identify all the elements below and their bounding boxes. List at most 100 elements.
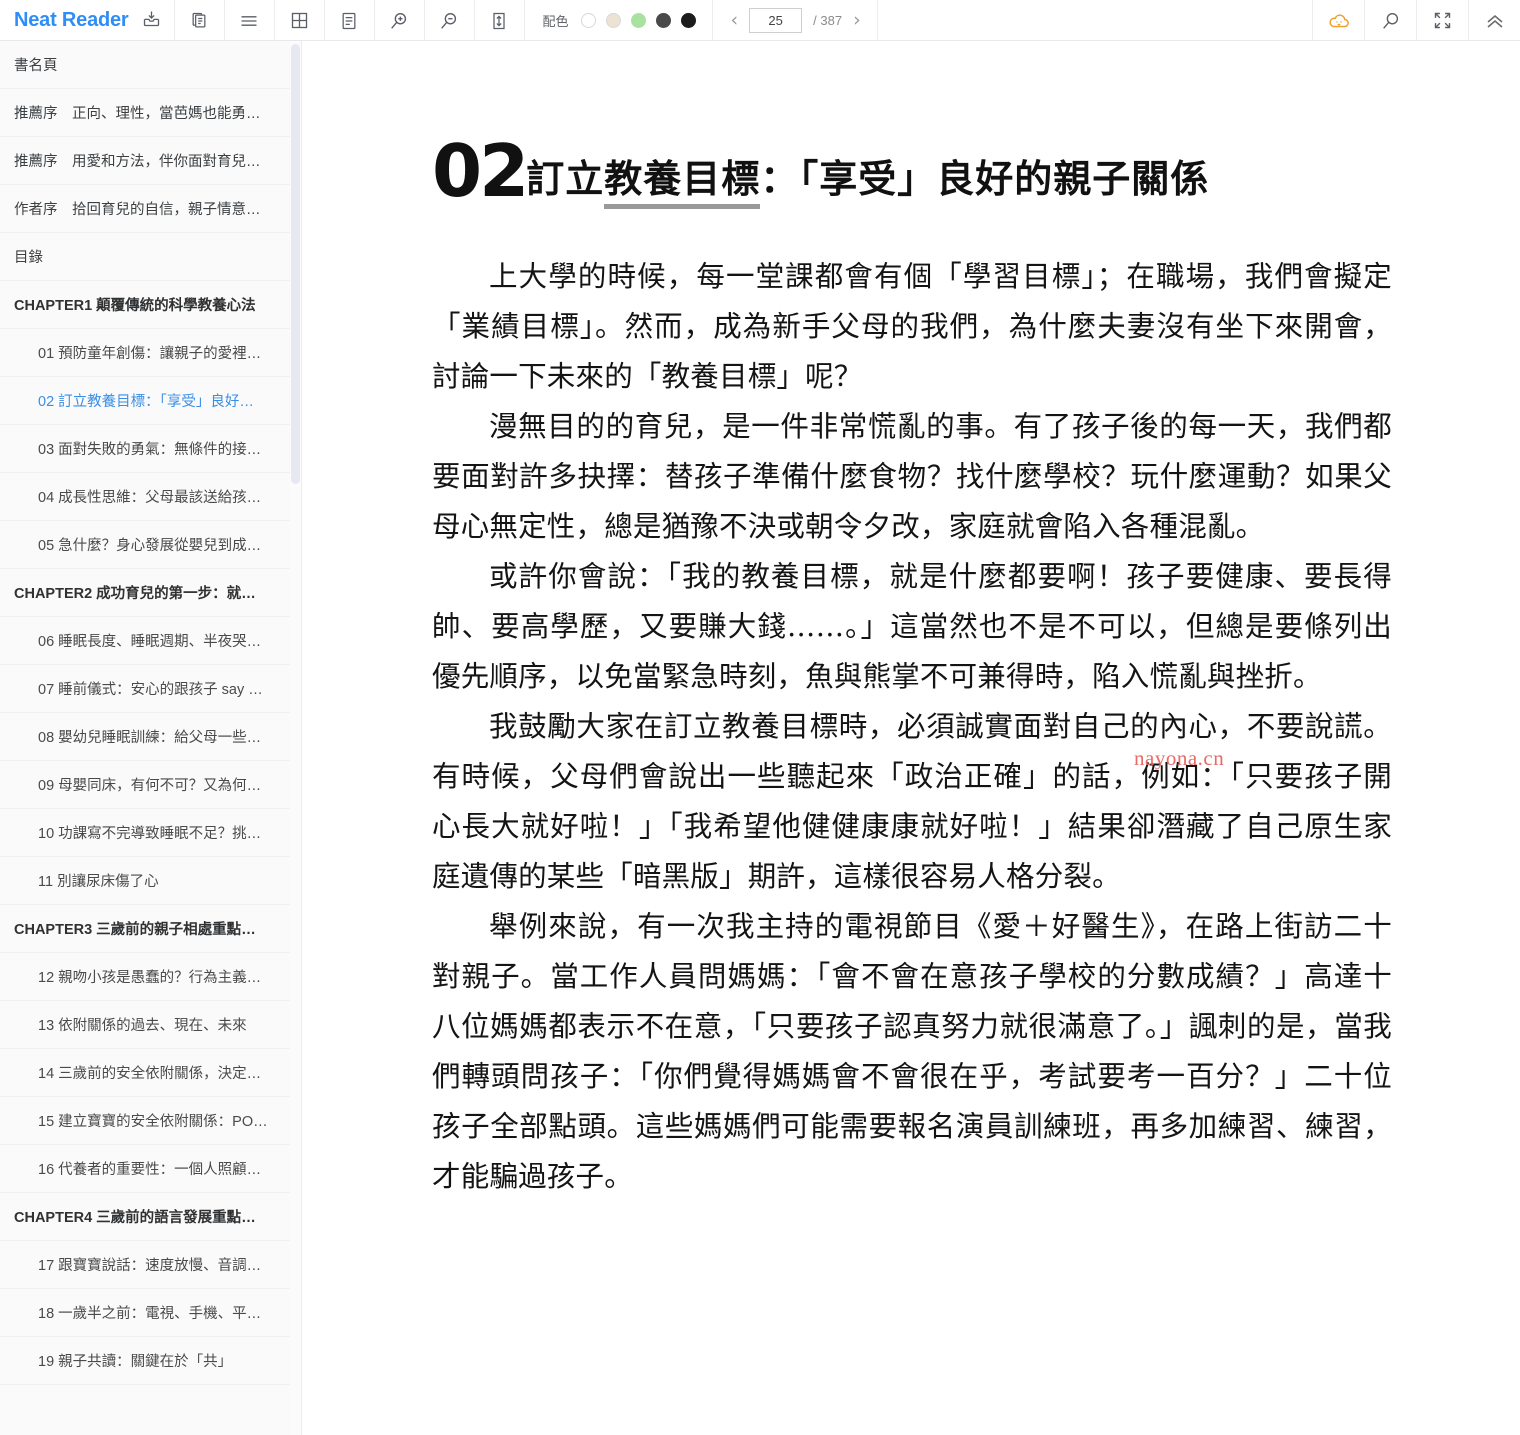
cloud-sync-icon[interactable] — [1312, 0, 1364, 41]
toc-item-label: 13 依附關係的過去、現在、未來 — [38, 1018, 247, 1034]
page-navigation: ‹ / 387 › — [713, 0, 878, 41]
toc-item[interactable]: 作者序 拾回育兒的自信，親子情意愛… — [0, 185, 290, 233]
note-icon[interactable] — [325, 0, 375, 41]
toc-item[interactable]: 15 建立寶寶的安全依附關係：PO… — [0, 1097, 290, 1145]
sidebar-scrollbar-thumb[interactable] — [291, 44, 300, 484]
toc-item[interactable]: 13 依附關係的過去、現在、未來 — [0, 1001, 290, 1049]
body-paragraph: 上大學的時候，每一堂課都會有個「學習目標」；在職場，我們會擬定「業績目標」。然而… — [432, 260, 1392, 394]
toc-item[interactable]: 16 代養者的重要性：一個人照顧… — [0, 1145, 290, 1193]
toc-item-label: 11 別讓尿床傷了心 — [38, 874, 159, 890]
toc-item[interactable]: 05 急什麼？身心發展從嬰兒到成… — [0, 521, 290, 569]
fullscreen-icon[interactable] — [1416, 0, 1468, 41]
book-page: 02 訂立教養目標：「享受」良好的親子關係 上大學的時候，每一堂課都會有個「學習… — [432, 41, 1392, 1202]
toc-item[interactable]: CHAPTER2 成功育兒的第一步：就是… — [0, 569, 290, 617]
next-page-button[interactable]: › — [853, 11, 861, 30]
body-paragraph: 我鼓勵大家在訂立教養目標時，必須誠實面對自己的內心，不要說謊。有時候，父母們會說… — [432, 710, 1392, 894]
toc-item[interactable]: CHAPTER4 三歲前的語言發展重點：… — [0, 1193, 290, 1241]
save-to-library-icon[interactable] — [141, 8, 162, 34]
title-underlined-part: 教養目標 — [604, 155, 761, 209]
theme-label: 配色 — [542, 14, 569, 29]
theme-swatch-dark-gray[interactable] — [655, 13, 671, 28]
theme-swatch-black[interactable] — [680, 13, 696, 28]
toc-item[interactable]: 10 功課寫不完導致睡眠不足？挑… — [0, 809, 290, 857]
toc-item[interactable]: 07 睡前儀式：安心的跟孩子 say … — [0, 665, 290, 713]
line-height-icon[interactable] — [475, 0, 525, 41]
toc-item[interactable]: 書名頁 — [0, 41, 290, 89]
toc-item-label: CHAPTER4 三歲前的語言發展重點：… — [14, 1210, 270, 1226]
toc-item[interactable]: 19 親子共讀：關鍵在於「共」 — [0, 1337, 290, 1385]
reader-content-pane: 02 訂立教養目標：「享受」良好的親子關係 上大學的時候，每一堂課都會有個「學習… — [302, 41, 1520, 1435]
toc-item-label: 09 母嬰同床，有何不可？又為何… — [38, 778, 262, 794]
chapter-title-text: 訂立教養目標：「享受」良好的親子關係 — [526, 155, 1210, 209]
toc-item[interactable]: 12 親吻小孩是愚蠢的？行為主義… — [0, 953, 290, 1001]
toc-item[interactable]: 04 成長性思維：父母最該送給孩… — [0, 473, 290, 521]
toc-item-label: 12 親吻小孩是愚蠢的？行為主義… — [38, 970, 262, 986]
toc-item-label: 16 代養者的重要性：一個人照顧… — [38, 1162, 262, 1178]
body-paragraph: 舉例來說，有一次我主持的電視節目《愛＋好醫生》，在路上街訪二十對親子。當工作人員… — [432, 910, 1392, 1194]
grid-view-icon[interactable] — [275, 0, 325, 41]
zoom-out-icon[interactable] — [425, 0, 475, 41]
toc-item[interactable]: 目錄 — [0, 233, 290, 281]
hamburger-icon[interactable] — [225, 0, 275, 41]
toc-item[interactable]: 14 三歲前的安全依附關係，決定… — [0, 1049, 290, 1097]
toc-item-label: 06 睡眠長度、睡眠週期、半夜哭… — [38, 634, 262, 650]
copy-icon[interactable] — [175, 0, 225, 41]
body-paragraph: 或許你會說：「我的教養目標，就是什麼都要啊！孩子要健康、要長得帥、要高學歷，又要… — [432, 560, 1392, 694]
toc-item[interactable]: 06 睡眠長度、睡眠週期、半夜哭… — [0, 617, 290, 665]
toc-item[interactable]: 08 嬰幼兒睡眠訓練：給父母一些… — [0, 713, 290, 761]
body-paragraph: 漫無目的的育兒，是一件非常慌亂的事。有了孩子後的每一天，我們都要面對許多抉擇：替… — [432, 410, 1392, 544]
toc-item-label: 02 訂立教養目標：「享受」良好… — [38, 394, 254, 410]
toc-item-label: 08 嬰幼兒睡眠訓練：給父母一些… — [38, 730, 262, 746]
zoom-in-icon[interactable] — [375, 0, 425, 41]
toolbar-right-group — [1312, 0, 1520, 41]
toc-item[interactable]: 11 別讓尿床傷了心 — [0, 857, 290, 905]
total-pages-label: / 387 — [813, 13, 843, 28]
toc-item-label: 19 親子共讀：關鍵在於「共」 — [38, 1354, 233, 1370]
toc-item-label: 04 成長性思維：父母最該送給孩… — [38, 490, 262, 506]
toc-item[interactable]: 01 預防童年創傷：讓親子的愛裡… — [0, 329, 290, 377]
toc-item[interactable]: 17 跟寶寶說話：速度放慢、音調… — [0, 1241, 290, 1289]
theme-swatch-green[interactable] — [630, 13, 646, 28]
search-icon[interactable] — [1364, 0, 1416, 41]
toc-item-label: 10 功課寫不完導致睡眠不足？挑… — [38, 826, 262, 842]
prev-page-button[interactable]: ‹ — [731, 11, 739, 30]
toc-item[interactable]: 03 面對失敗的勇氣：無條件的接… — [0, 425, 290, 473]
toc-item-label: 05 急什麼？身心發展從嬰兒到成… — [38, 538, 262, 554]
theme-swatch-white[interactable] — [580, 13, 596, 28]
toc-item[interactable]: 推薦序 用愛和方法，伴你面對育兒的… — [0, 137, 290, 185]
toc-item-label: 目錄 — [14, 250, 43, 266]
toc-item-label: 07 睡前儀式：安心的跟孩子 say … — [38, 682, 263, 698]
brand-area: Neat Reader — [0, 0, 175, 41]
toc-item-label: 推薦序 用愛和方法，伴你面對育兒的… — [14, 154, 270, 170]
toc-item[interactable]: CHAPTER3 三歲前的親子相處重點：… — [0, 905, 290, 953]
collapse-toolbar-icon[interactable] — [1468, 0, 1520, 41]
toc-item-label: CHAPTER3 三歲前的親子相處重點：… — [14, 922, 270, 938]
toc-item[interactable]: CHAPTER1 顛覆傳統的科學教養心法 — [0, 281, 290, 329]
toc-item-label: 14 三歲前的安全依附關係，決定… — [38, 1066, 262, 1082]
chapter-body: 上大學的時候，每一堂課都會有個「學習目標」；在職場，我們會擬定「業績目標」。然而… — [432, 252, 1392, 1202]
toc-item-label: 15 建立寶寶的安全依附關係：PO… — [38, 1114, 268, 1130]
toc-item-label: 18 一歲半之前：電視、手機、平… — [38, 1306, 262, 1322]
title-part-1: 訂立 — [526, 155, 605, 201]
page-number-input[interactable] — [749, 8, 803, 33]
toc-item-label: 作者序 拾回育兒的自信，親子情意愛… — [14, 202, 270, 218]
toc-item-label: 01 預防童年創傷：讓親子的愛裡… — [38, 346, 262, 362]
table-of-contents-sidebar[interactable]: 書名頁推薦序 正向、理性，當芭媽也能勇敢… 推薦序 用愛和方法，伴你面對育兒的… 作… — [0, 41, 290, 1435]
toc-item-label: CHAPTER1 顛覆傳統的科學教養心法 — [14, 298, 256, 314]
title-part-2: ：「享受」良好的親子關係 — [760, 155, 1210, 201]
theme-color-group: 配色 — [525, 0, 713, 41]
toc-item[interactable]: 09 母嬰同床，有何不可？又為何… — [0, 761, 290, 809]
toc-item-label: CHAPTER2 成功育兒的第一步：就是… — [14, 586, 270, 602]
toc-item-label: 推薦序 正向、理性，當芭媽也能勇敢… — [14, 106, 270, 122]
toc-item[interactable]: 推薦序 正向、理性，當芭媽也能勇敢… — [0, 89, 290, 137]
chapter-number: 02 — [432, 129, 529, 213]
toc-item[interactable]: 02 訂立教養目標：「享受」良好… — [0, 377, 290, 425]
toc-item[interactable]: 18 一歲半之前：電視、手機、平… — [0, 1289, 290, 1337]
top-toolbar: Neat Reader 配色 ‹ 25 / 387 › — [0, 0, 1520, 41]
toc-item-label: 03 面對失敗的勇氣：無條件的接… — [38, 442, 262, 458]
toc-item-label: 書名頁 — [14, 58, 58, 74]
theme-swatch-sepia[interactable] — [605, 13, 621, 28]
app-title: Neat Reader — [14, 9, 129, 31]
toc-item-label: 17 跟寶寶說話：速度放慢、音調… — [38, 1258, 262, 1274]
